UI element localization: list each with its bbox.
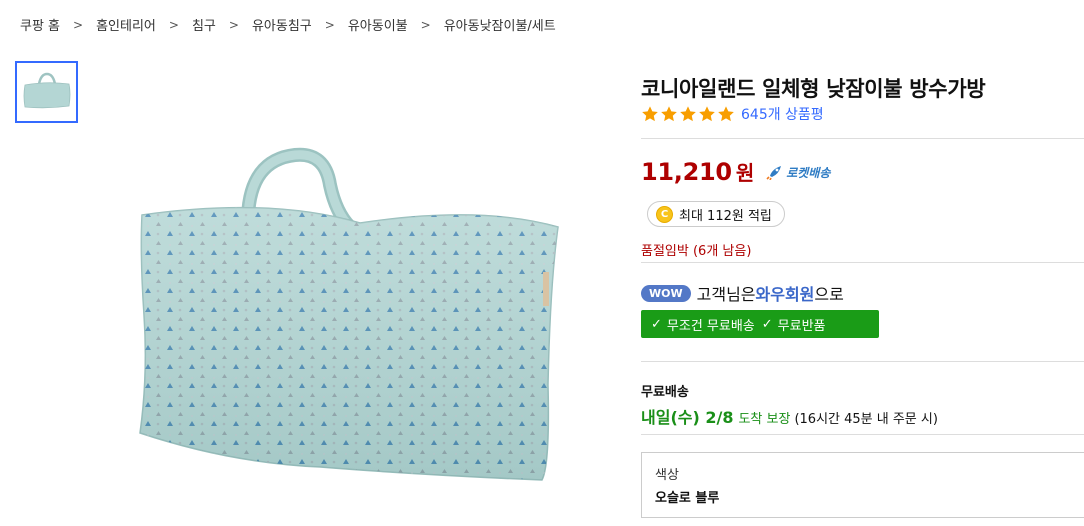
wow-benefits-box: ✓ 무조건 무료배송 ✓ 무료반품: [641, 310, 879, 338]
check-icon: ✓: [761, 316, 773, 332]
wow-prefix: 고객님은: [696, 285, 756, 304]
breadcrumb-separator: >: [420, 17, 431, 32]
breadcrumb-nap-blanket-set[interactable]: 유아동낮잠이불/세트: [444, 15, 556, 34]
reward-points-badge: C 최대 112원 적립: [647, 201, 785, 227]
delivery-guarantee: 도착 보장: [738, 412, 791, 427]
divider: [641, 361, 1084, 362]
benefit-label: 무조건 무료배송: [666, 318, 755, 334]
breadcrumb-separator: >: [168, 17, 179, 32]
delivery-cutoff-note: (16시간 45분 내 주문 시): [794, 412, 938, 427]
option-label: 색상: [655, 468, 679, 483]
benefit-free-return: ✓ 무료반품: [762, 315, 826, 334]
price-row: 11,210 원 로켓배송: [641, 157, 830, 186]
divider: [641, 434, 1084, 435]
rating-stars: [641, 105, 735, 123]
breadcrumb-kids-blanket[interactable]: 유아동이불: [348, 15, 408, 34]
breadcrumb-home-interior[interactable]: 홈인테리어: [96, 15, 156, 34]
sale-price: 11,210: [641, 158, 732, 186]
rocket-icon: [766, 166, 782, 180]
rocket-delivery-label: 로켓배송: [786, 165, 831, 180]
breadcrumb-kids-bedding[interactable]: 유아동침구: [252, 15, 312, 34]
breadcrumb-separator: >: [73, 17, 84, 32]
breadcrumb-separator: >: [228, 17, 239, 32]
wow-member-strong: 와우회원: [755, 285, 815, 304]
product-thumbnail[interactable]: [15, 61, 78, 123]
wow-badge: WOW: [641, 284, 691, 302]
rocket-delivery-badge: 로켓배송: [766, 164, 830, 181]
benefit-free-shipping: ✓ 무조건 무료배송: [651, 315, 755, 334]
divider: [641, 262, 1084, 263]
shipping-label: 무료배송: [641, 385, 689, 400]
breadcrumb-bedding[interactable]: 침구: [192, 15, 216, 34]
stock-notice: 품절임박 (6개 남음): [641, 244, 752, 259]
product-rating: 645개 상품평: [641, 104, 824, 124]
star-icon: [718, 106, 734, 122]
currency-unit: 원: [735, 161, 755, 185]
coin-icon: C: [656, 205, 673, 223]
color-option-select[interactable]: 색상 오슬로 블루: [641, 452, 1084, 518]
breadcrumb: 쿠팡 홈 > 홈인테리어 > 침구 > 유아동침구 > 유아동이불 > 유아동낮…: [20, 15, 556, 35]
delivery-date: 내일(수) 2/8: [641, 408, 734, 427]
pillow-thumbnail-image: [23, 72, 70, 109]
option-selected-value: 오슬로 블루: [655, 491, 720, 506]
benefit-label: 무료반품: [777, 318, 826, 334]
product-title: 코니아일랜드 일체형 낮잠이불 방수가방: [641, 77, 986, 101]
delivery-estimate: 내일(수) 2/8 도착 보장 (16시간 45분 내 주문 시): [641, 404, 938, 428]
wow-member-row: WOW 고객님은 와우회원 으로: [641, 281, 844, 305]
divider: [641, 138, 1084, 139]
star-icon: [642, 106, 658, 122]
wow-suffix: 으로: [814, 285, 844, 304]
breadcrumb-separator: >: [324, 17, 335, 32]
product-main-image: [120, 135, 570, 505]
review-count-link[interactable]: 645개 상품평: [741, 104, 824, 124]
reward-points-text: 최대 112원 적립: [679, 208, 772, 224]
check-icon: ✓: [651, 316, 662, 332]
star-icon: [661, 106, 677, 122]
star-icon: [680, 106, 696, 122]
breadcrumb-home[interactable]: 쿠팡 홈: [20, 15, 60, 34]
star-icon: [699, 106, 715, 122]
